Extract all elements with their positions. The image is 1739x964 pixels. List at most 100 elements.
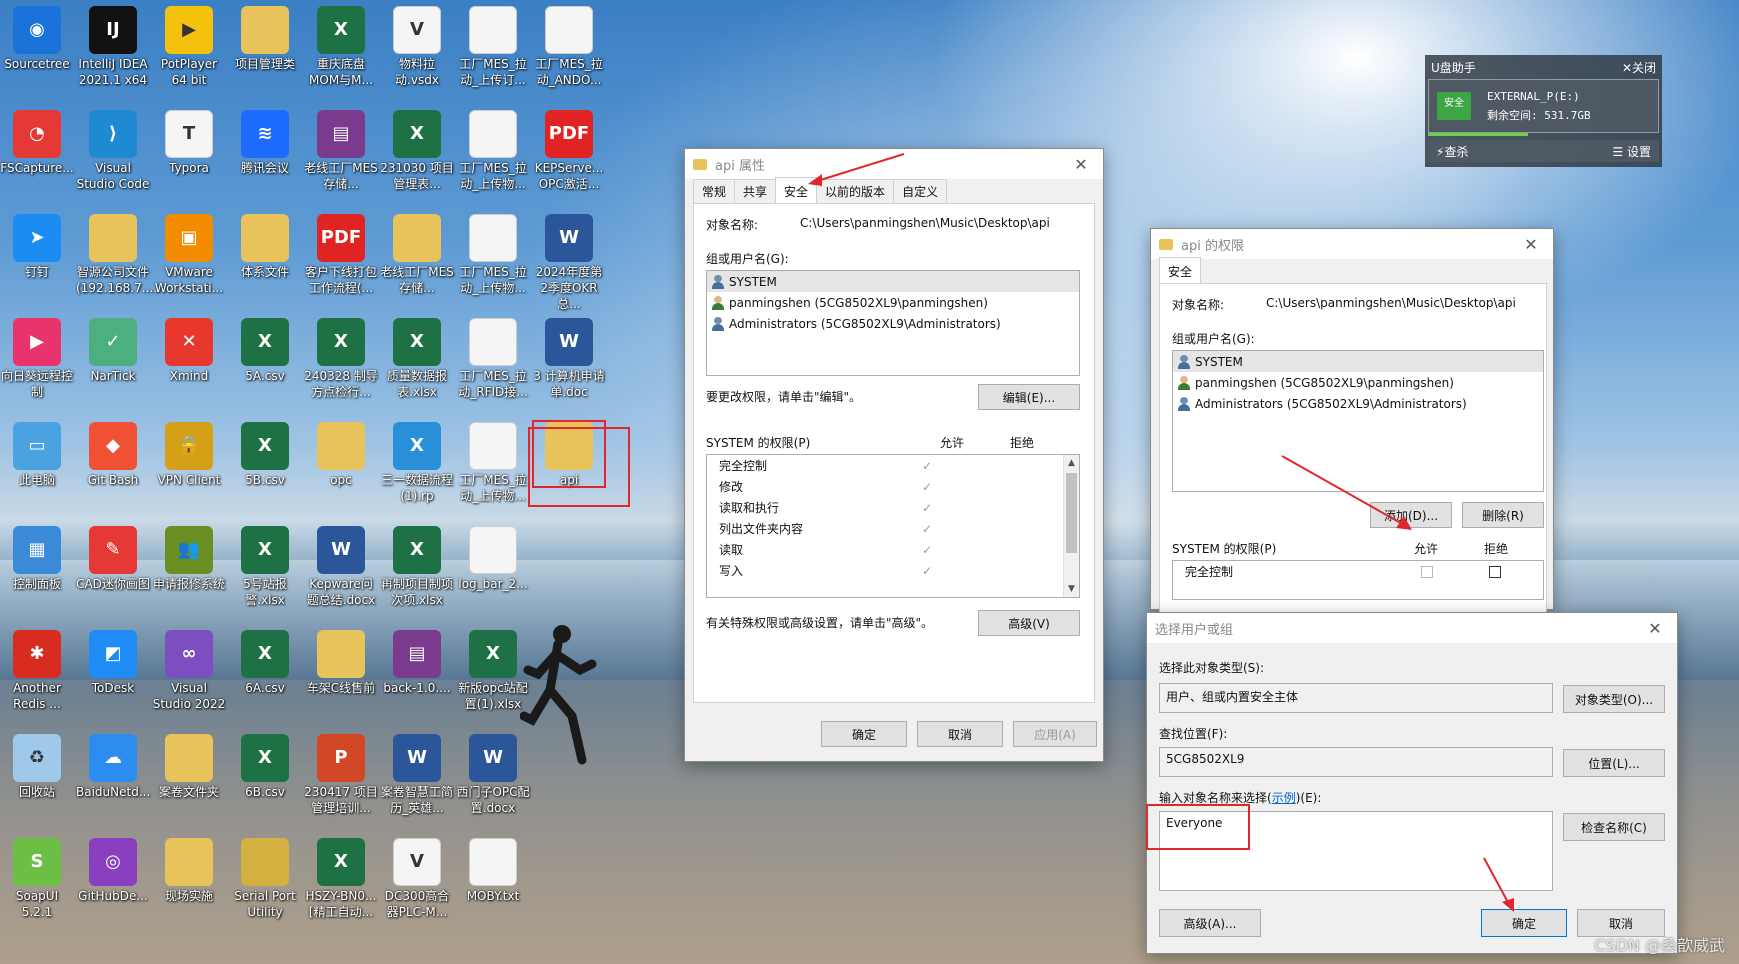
tab-security[interactable]: 安全 xyxy=(1159,257,1202,284)
udisk-settings-button[interactable]: ☰ 设置 xyxy=(1612,143,1651,160)
desktop-icon[interactable]: ➤ 钉钉 xyxy=(0,212,74,280)
desktop-icon[interactable]: 工厂MES_拉动_上传物... xyxy=(456,212,530,296)
desktop-icon[interactable]: P 230417 项目管理培训... xyxy=(304,732,378,816)
advanced-button[interactable]: 高级(V) xyxy=(978,610,1080,636)
list-item[interactable]: panmingshen (5CG8502XL9\panmingshen) xyxy=(1173,372,1543,393)
object-types-button[interactable]: 对象类型(O)... xyxy=(1563,685,1665,713)
desktop-icon[interactable]: W Kepware问题总结.docx xyxy=(304,524,378,608)
allow-checkbox[interactable] xyxy=(1421,565,1433,578)
desktop-icon[interactable]: ▶ PotPlayer 64 bit xyxy=(152,4,226,88)
desktop-icon[interactable]: IJ IntelliJ IDEA 2021.1 x64 xyxy=(76,4,150,88)
desktop-icon[interactable]: S SoapUI 5.2.1 xyxy=(0,836,74,920)
desktop-icon[interactable]: X 5A.csv xyxy=(228,316,302,384)
edit-button[interactable]: 编辑(E)... xyxy=(978,384,1080,410)
desktop-icon[interactable]: ≋ 腾讯会议 xyxy=(228,108,302,176)
desktop-icon[interactable]: X 三一数据流程(1).rp xyxy=(380,420,454,504)
tab-security[interactable]: 安全 xyxy=(775,177,818,204)
desktop-icon[interactable]: X 再制项目制项次项.xlsx xyxy=(380,524,454,608)
desktop-icon[interactable]: ◆ Git Bash xyxy=(76,420,150,488)
desktop-icon[interactable]: 老线工厂MES存储... xyxy=(380,212,454,296)
list-item[interactable]: SYSTEM xyxy=(1173,351,1543,372)
remove-button[interactable]: 删除(R) xyxy=(1462,502,1544,528)
tab-customize[interactable]: 自定义 xyxy=(893,179,948,203)
users-list[interactable]: SYSTEM panmingshen (5CG8502XL9\panmingsh… xyxy=(1172,350,1544,492)
desktop-icon[interactable]: X 6B.csv xyxy=(228,732,302,800)
desktop-icon[interactable]: X 5B.csv xyxy=(228,420,302,488)
udisk-scan-button[interactable]: ⚡查杀 xyxy=(1436,143,1468,160)
desktop-icon[interactable]: X 质量数据报表.xlsx xyxy=(380,316,454,400)
desktop-icon[interactable]: X 新版opc站配置(1).xlsx xyxy=(456,628,530,712)
add-button[interactable]: 添加(D)... xyxy=(1370,502,1452,528)
desktop-icon[interactable]: MOBY.txt xyxy=(456,836,530,904)
desktop-icon[interactable]: W 案卷智慧工简历_英雄... xyxy=(380,732,454,816)
scrollbar[interactable]: ▲ ▼ xyxy=(1063,455,1079,597)
desktop-icon[interactable]: ⟩ Visual Studio Code xyxy=(76,108,150,192)
desktop-icon[interactable]: ✓ NarTick xyxy=(76,316,150,384)
desktop-icon[interactable]: Serial Port Utility xyxy=(228,836,302,920)
desktop-icon[interactable]: ✕ Xmind xyxy=(152,316,226,384)
close-icon[interactable]: ✕ xyxy=(1633,619,1677,638)
desktop-icon[interactable]: ▦ 控制面板 xyxy=(0,524,74,592)
cancel-button[interactable]: 取消 xyxy=(917,721,1003,747)
tab-share[interactable]: 共享 xyxy=(734,179,777,203)
desktop-icon[interactable]: X 6A.csv xyxy=(228,628,302,696)
list-item[interactable]: Administrators (5CG8502XL9\Administrator… xyxy=(707,313,1079,334)
udisk-drive-card[interactable]: 安全 EXTERNAL_P(E:) 剩余空间: 531.7GB xyxy=(1428,79,1659,133)
ok-button[interactable]: 确定 xyxy=(821,721,907,747)
desktop-icon[interactable]: ✱ Another Redis ... xyxy=(0,628,74,712)
scroll-up-icon[interactable]: ▲ xyxy=(1064,455,1079,471)
desktop-icon[interactable]: ▭ 此电脑 xyxy=(0,420,74,488)
desktop-icon[interactable]: log_bar_2... xyxy=(456,524,530,592)
desktop-icon[interactable]: 项目管理类 xyxy=(228,4,302,72)
desktop-icon[interactable]: 👥 申请报修系统 xyxy=(152,524,226,592)
desktop-icon[interactable]: T Typora xyxy=(152,108,226,176)
desktop-icon[interactable]: ∞ Visual Studio 2022 xyxy=(152,628,226,712)
desktop-icon[interactable]: PDF 客户下线打包工作流程(... xyxy=(304,212,378,296)
desktop-icon[interactable]: 智源公司文件 (192.168.7.... xyxy=(76,212,157,296)
desktop-icon[interactable]: 工厂MES_拉动_上传物... xyxy=(456,108,530,192)
desktop-icon[interactable]: V 物料拉动.vsdx xyxy=(380,4,454,88)
desktop-icon[interactable]: ◎ GitHubDe... xyxy=(76,836,150,904)
tab-general[interactable]: 常规 xyxy=(693,179,736,203)
check-names-button[interactable]: 检查名称(C) xyxy=(1563,813,1665,841)
scroll-down-icon[interactable]: ▼ xyxy=(1064,581,1079,597)
users-list[interactable]: SYSTEM panmingshen (5CG8502XL9\panmingsh… xyxy=(706,270,1080,376)
list-item[interactable]: Administrators (5CG8502XL9\Administrator… xyxy=(1173,393,1543,414)
deny-checkbox[interactable] xyxy=(1489,565,1501,578)
tab-previous-versions[interactable]: 以前的版本 xyxy=(816,179,895,203)
desktop-icon[interactable]: ◉ Sourcetree xyxy=(0,4,74,72)
desktop-icon[interactable]: 工厂MES_拉动_上传订... xyxy=(456,4,530,88)
apply-button[interactable]: 应用(A) xyxy=(1013,721,1097,747)
desktop-icon[interactable]: W 2024年度第2季度OKR总... xyxy=(532,212,606,312)
desktop-icon[interactable]: ✎ CAD迷你画图 xyxy=(76,524,150,592)
desktop-icon[interactable]: ☁ BaiduNetd... xyxy=(76,732,150,800)
desktop-icon[interactable]: X 重庆底盘 MOM与M... xyxy=(304,4,378,88)
list-item[interactable]: panmingshen (5CG8502XL9\panmingshen) xyxy=(707,292,1079,313)
desktop-icon[interactable]: ▣ VMware Workstati... xyxy=(152,212,226,296)
desktop-icon[interactable]: V DC300高合器PLC-M... xyxy=(380,836,454,920)
desktop-icon[interactable]: opc xyxy=(304,420,378,488)
desktop-icon[interactable]: 🔒 VPN Client xyxy=(152,420,226,488)
desktop-icon[interactable]: 体系文件 xyxy=(228,212,302,280)
desktop-icon[interactable]: 工厂MES_拉动_上传物... xyxy=(456,420,530,504)
desktop-icon[interactable]: 工厂MES_拉动_ANDO... xyxy=(532,4,606,88)
desktop-icon[interactable]: PDF KEPServe... OPC激活... xyxy=(532,108,606,192)
desktop-icon[interactable]: ▤ 老线工厂MES存储... xyxy=(304,108,378,192)
locations-button[interactable]: 位置(L)... xyxy=(1563,749,1665,777)
desktop-icon[interactable]: ◔ FSCapture... xyxy=(0,108,74,176)
desktop-icon[interactable]: 案卷文件夹 xyxy=(152,732,226,800)
close-icon[interactable]: ✕ xyxy=(1059,155,1103,174)
desktop-icon[interactable]: ▤ back-1.0.... xyxy=(380,628,454,696)
close-icon[interactable]: ✕ xyxy=(1509,235,1553,254)
desktop-icon[interactable]: ◩ ToDesk xyxy=(76,628,150,696)
examples-link[interactable]: 示例 xyxy=(1272,791,1296,805)
desktop-icon[interactable]: W 西门子OPC配置.docx xyxy=(456,732,530,816)
desktop-icon[interactable]: W3 计算机申请单.doc xyxy=(532,316,606,400)
desktop-icon[interactable]: X 231030 项目管理表... xyxy=(380,108,454,192)
desktop-icon[interactable]: ♻ 回收站 xyxy=(0,732,74,800)
desktop-icon[interactable]: ▶ 向日葵远程控制 xyxy=(0,316,74,400)
desktop-icon[interactable]: 现场实施 xyxy=(152,836,226,904)
udisk-close-button[interactable]: ✕关闭 xyxy=(1622,59,1656,76)
scroll-thumb[interactable] xyxy=(1066,473,1077,553)
advanced-button[interactable]: 高级(A)... xyxy=(1159,909,1261,937)
